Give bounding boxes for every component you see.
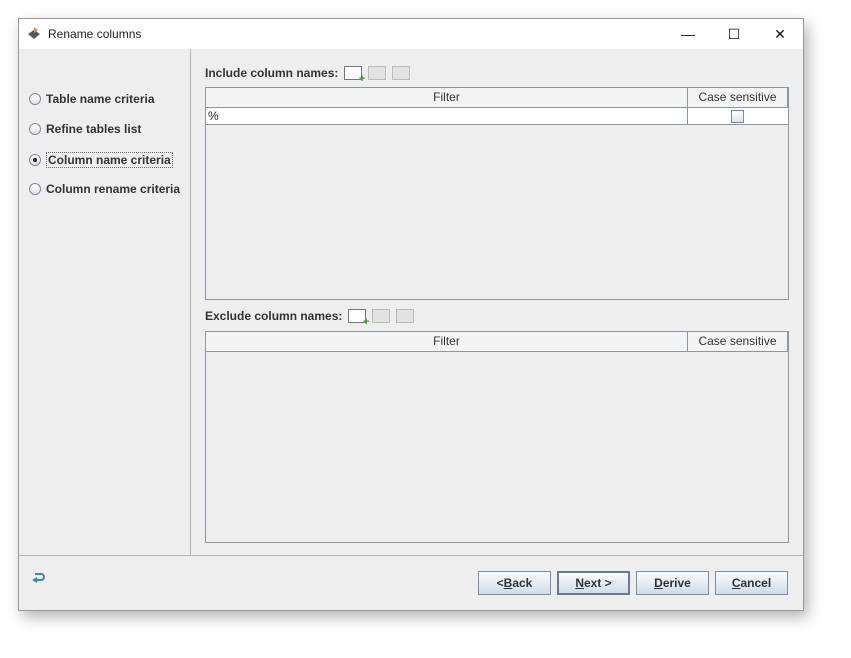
edit-icon[interactable] xyxy=(368,66,387,80)
wizard-steps: Table name criteria Refine tables list C… xyxy=(19,49,191,555)
next-button[interactable]: Next > xyxy=(557,571,630,595)
include-label: Include column names: xyxy=(205,66,339,80)
back-mnemonic: B xyxy=(503,576,513,590)
column-header-filter[interactable]: Filter xyxy=(206,88,688,108)
exclude-table: Filter Case sensitive xyxy=(205,331,789,543)
app-icon xyxy=(28,27,40,39)
next-label-post: ext > xyxy=(583,576,612,590)
filter-cell[interactable]: % xyxy=(208,109,219,123)
radio-selected-icon[interactable] xyxy=(29,154,41,166)
column-header-case-sensitive[interactable]: Case sensitive xyxy=(688,332,788,352)
cancel-button[interactable]: Cancel xyxy=(715,571,788,595)
back-label-pre: < xyxy=(496,576,504,590)
back-button[interactable]: < Back xyxy=(478,571,551,595)
add-icon[interactable] xyxy=(344,66,365,85)
include-section-header: Include column names: xyxy=(205,66,411,85)
radio-icon[interactable] xyxy=(29,93,41,105)
edit-icon[interactable] xyxy=(372,309,391,323)
derive-label-post: erive xyxy=(662,576,691,590)
table-row[interactable]: % xyxy=(206,108,788,125)
derive-mnemonic: D xyxy=(654,576,663,590)
next-mnemonic: N xyxy=(575,576,584,590)
case-sensitive-checkbox[interactable] xyxy=(731,110,744,123)
minimize-button[interactable]: — xyxy=(665,19,711,49)
radio-icon[interactable] xyxy=(29,123,41,135)
window-title: Rename columns xyxy=(48,27,142,41)
step-column-name-criteria[interactable]: Column name criteria xyxy=(29,152,173,168)
include-table: Filter Case sensitive % xyxy=(205,87,789,300)
remove-icon[interactable] xyxy=(396,309,415,323)
back-label-post: ack xyxy=(512,576,533,590)
step-table-name-criteria[interactable]: Table name criteria xyxy=(29,92,155,106)
exclude-section-header: Exclude column names: xyxy=(205,309,415,328)
column-header-case-sensitive[interactable]: Case sensitive xyxy=(688,88,788,108)
step-label: Refine tables list xyxy=(46,122,142,136)
undo-icon[interactable] xyxy=(32,571,46,585)
cancel-mnemonic: C xyxy=(731,576,741,590)
derive-button[interactable]: Derive xyxy=(636,571,709,595)
add-icon[interactable] xyxy=(348,309,369,328)
radio-icon[interactable] xyxy=(29,183,41,195)
column-header-filter[interactable]: Filter xyxy=(206,332,688,352)
step-label: Table name criteria xyxy=(46,92,155,106)
exclude-label: Exclude column names: xyxy=(205,309,343,323)
close-button[interactable]: ✕ xyxy=(757,19,803,49)
step-refine-tables-list[interactable]: Refine tables list xyxy=(29,122,141,136)
cancel-label-post: ancel xyxy=(740,576,772,590)
remove-icon[interactable] xyxy=(392,66,411,80)
step-label: Column rename criteria xyxy=(46,182,181,196)
maximize-button[interactable]: ☐ xyxy=(711,19,757,49)
step-label: Column name criteria xyxy=(46,152,173,168)
step-column-rename-criteria[interactable]: Column rename criteria xyxy=(29,182,180,196)
divider xyxy=(19,555,803,556)
rename-columns-dialog: Rename columns — ☐ ✕ Table name criteria… xyxy=(18,18,804,611)
title-bar: Rename columns — ☐ ✕ xyxy=(19,19,803,49)
